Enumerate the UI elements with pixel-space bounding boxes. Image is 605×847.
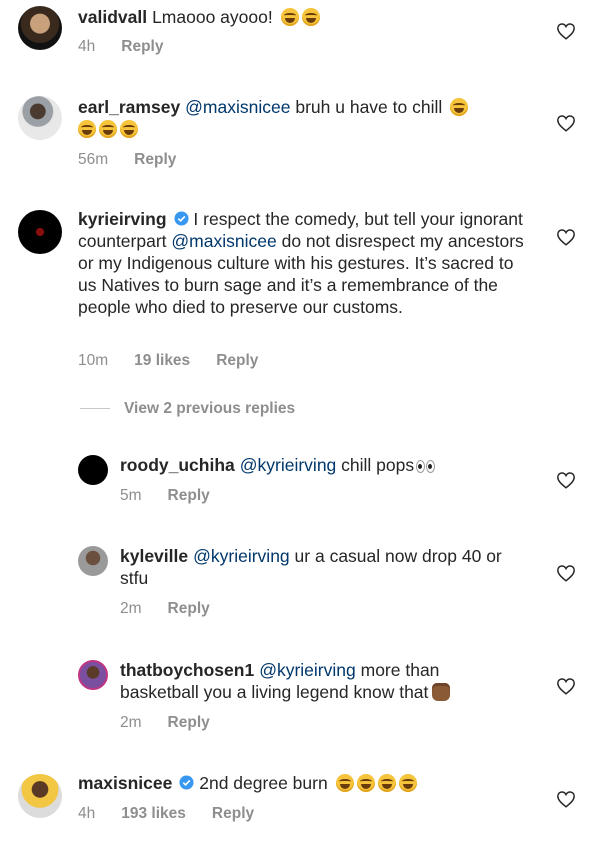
view-replies-label: View 2 previous replies <box>124 400 296 417</box>
comment-body: Lmaooo ayooo! <box>152 7 273 27</box>
comment-body: chill pops <box>341 455 415 475</box>
verified-badge-icon <box>174 211 189 226</box>
comment-meta: 2m Reply <box>120 714 236 732</box>
comment-likes[interactable]: 193 likes <box>121 805 186 822</box>
comment-body: 2nd degree burn <box>199 773 328 793</box>
comment-text: kyleville @kyrieirving ur a casual now dr… <box>120 545 530 589</box>
reply-button[interactable]: Reply <box>168 714 210 731</box>
comment-username[interactable]: maxisnicee <box>78 773 172 793</box>
comment-time: 10m <box>78 352 109 369</box>
reply-button[interactable]: Reply <box>212 805 254 822</box>
comment-time: 2m <box>120 600 142 617</box>
verified-badge-icon <box>179 775 194 790</box>
tears-of-joy-emoji-icon <box>356 774 375 792</box>
comment-mention[interactable]: @kyrieirving <box>240 455 337 475</box>
like-heart-icon[interactable] <box>556 471 576 489</box>
comment-text: roody_uchiha @kyrieirving chill pops <box>120 454 520 478</box>
comment-meta: 10m 19 likes Reply <box>78 352 284 370</box>
comment-username[interactable]: kyrieirving <box>78 209 167 229</box>
tears-of-joy-emoji-icon <box>335 774 354 792</box>
view-previous-replies-button[interactable]: View 2 previous replies <box>80 400 295 418</box>
reply-button[interactable]: Reply <box>168 487 210 504</box>
comment-time: 4h <box>78 805 96 822</box>
comment-text: thatboychosen1 @kyrieirving more than bas… <box>120 659 520 703</box>
avatar[interactable] <box>78 455 108 485</box>
comment-username[interactable]: validvall <box>78 7 147 27</box>
comment-username[interactable]: earl_ramsey <box>78 97 180 117</box>
tears-of-joy-emoji-icon <box>99 120 117 138</box>
comment-meta: 56m Reply <box>78 151 202 169</box>
tears-of-joy-emoji-icon <box>301 8 320 26</box>
comment-meta: 4h 193 likes Reply <box>78 805 280 823</box>
comment-text: kyrieirving I respect the comedy, but te… <box>78 208 528 318</box>
comment-mention[interactable]: @maxisnicee <box>185 97 290 117</box>
tears-of-joy-emoji-icon <box>78 120 96 138</box>
comment-text: earl_ramsey @maxisnicee bruh u have to ch… <box>78 96 518 140</box>
tears-of-joy-emoji-icon <box>398 774 417 792</box>
comment-username[interactable]: kyleville <box>120 546 188 566</box>
reply-button[interactable]: Reply <box>168 600 210 617</box>
comment-time: 5m <box>120 487 142 504</box>
comment-mention[interactable]: @kyrieirving <box>259 660 356 680</box>
reply-button[interactable]: Reply <box>216 352 258 369</box>
comment-mention[interactable]: @maxisnicee <box>171 231 276 251</box>
avatar[interactable] <box>18 210 62 254</box>
avatar[interactable] <box>78 660 108 690</box>
avatar[interactable] <box>18 96 62 140</box>
comment-username[interactable]: thatboychosen1 <box>120 660 254 680</box>
reply-button[interactable]: Reply <box>134 151 176 168</box>
comment-body: bruh u have to chill <box>295 97 443 117</box>
comment-likes[interactable]: 19 likes <box>134 352 190 369</box>
like-heart-icon[interactable] <box>556 677 576 695</box>
divider-line <box>80 408 110 410</box>
like-heart-icon[interactable] <box>556 564 576 582</box>
like-heart-icon[interactable] <box>556 22 576 40</box>
reply-button[interactable]: Reply <box>121 38 163 55</box>
avatar[interactable] <box>78 546 108 576</box>
comment-text: validvall Lmaooo ayooo! <box>78 6 538 28</box>
comment-text: maxisnicee 2nd degree burn <box>78 772 538 794</box>
comment-meta: 2m Reply <box>120 600 236 618</box>
comment-time: 2m <box>120 714 142 731</box>
avatar[interactable] <box>18 774 62 818</box>
like-heart-icon[interactable] <box>556 228 576 246</box>
comment-time: 4h <box>78 38 96 55</box>
tears-of-joy-emoji-icon <box>450 98 469 116</box>
like-heart-icon[interactable] <box>556 790 576 808</box>
comment-username[interactable]: roody_uchiha <box>120 455 235 475</box>
like-heart-icon[interactable] <box>556 114 576 132</box>
comment-mention[interactable]: @kyrieirving <box>193 546 290 566</box>
tears-of-joy-emoji-icon <box>120 120 138 138</box>
tears-of-joy-emoji-icon <box>280 8 299 26</box>
tears-of-joy-emoji-icon <box>377 774 396 792</box>
comment-meta: 4h Reply <box>78 38 189 56</box>
comment-meta: 5m Reply <box>120 487 236 505</box>
comment-time: 56m <box>78 151 109 168</box>
avatar[interactable] <box>18 6 62 50</box>
raised-fist-emoji-icon <box>432 683 451 701</box>
eyes-emoji-icon <box>416 456 436 478</box>
